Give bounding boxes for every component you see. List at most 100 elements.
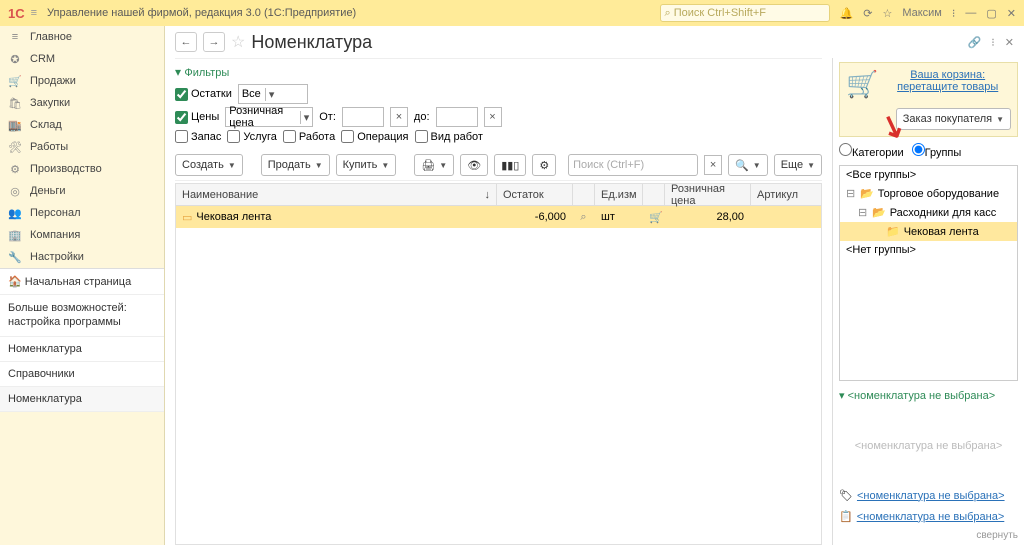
filter-ceny-label: Цены [191,111,219,123]
maximize-icon[interactable]: ▢ [986,7,996,20]
sidebar-home-page[interactable]: 🏠 Начальная страница [0,268,164,295]
favorite-star-icon[interactable]: ☆ [231,32,245,52]
collapse-panel-link[interactable]: свернуть [839,530,1018,541]
tree-no-group[interactable]: <Нет группы> [840,241,1017,259]
forward-button[interactable]: → [203,32,225,52]
filter-ostatki-combo[interactable]: Все▾ [238,84,308,104]
cell-price: 28,00 [665,211,751,223]
hamburger-icon[interactable]: ≡ [31,7,37,19]
col-art[interactable]: Артикул [751,184,821,205]
detail-panel-toggle[interactable]: ▾ <номенклатура не выбрана> [839,387,1018,404]
groups-tree: <Все группы> ⊟📂Торговое оборудование ⊟📂Р… [839,165,1018,381]
close-tab-icon[interactable]: ✕ [1005,36,1014,49]
tree-node-trade[interactable]: ⊟📂Торговое оборудование [840,184,1017,203]
search-button[interactable]: 🔍▼ [728,154,768,176]
sidebar-nomenclature-1[interactable]: Номенклатура [0,337,164,362]
buy-button[interactable]: Купить▼ [336,154,397,176]
label: Группы [925,147,962,159]
search-placeholder: Поиск (Ctrl+F) [573,159,644,171]
link-icon[interactable]: 🔗 [968,36,982,49]
lens-icon[interactable]: ⌕ [573,211,595,224]
collapse-icon[interactable]: ⊟ [846,187,856,200]
sidebar-item-settings[interactable]: 🔧Настройки [0,246,164,268]
chevron-down-icon: ▼ [753,161,761,170]
cart-dropzone[interactable]: 🛒 Ваша корзина: перетащите товары ↘ Зака… [839,62,1018,137]
item-icon: ▭ [182,211,192,224]
back-button[interactable]: ← [175,32,197,52]
sidebar-label: Компания [30,229,80,241]
radio-groups[interactable]: Группы [912,143,962,159]
sell-button[interactable]: Продать▼ [261,154,330,176]
col-ed[interactable]: Ед.изм [595,184,643,205]
sidebar-item-main[interactable]: ≡Главное [0,26,164,48]
clear-to-button[interactable]: × [484,107,502,127]
create-button[interactable]: Создать▼ [175,154,243,176]
minimize-icon[interactable]: — [965,7,976,19]
col-name[interactable]: Наименование↓ [176,184,497,205]
col-ostatok[interactable]: Остаток [497,184,573,205]
star-icon[interactable]: ☆ [882,7,892,20]
filter-zapas-check[interactable]: Запас [175,130,221,143]
sidebar-nomenclature-2[interactable]: Номенклатура [0,387,164,412]
filter-usluga-check[interactable]: Услуга [227,130,277,143]
filter-ceny-combo[interactable]: Розничная цена▾ [225,107,313,127]
global-search[interactable]: ⌕ Поиск Ctrl+Shift+F [660,4,830,22]
filter-from-input[interactable] [342,107,384,127]
label: Торговое оборудование [878,188,999,200]
tree-node-receipt-tape[interactable]: 📁Чековая лента [840,222,1017,241]
sidebar-item-works[interactable]: 🛠Работы [0,136,164,158]
close-icon[interactable]: ✕ [1007,7,1016,20]
filter-oper-check[interactable]: Операция [341,130,408,143]
barcode-icon: ▮▮▯ [501,159,519,172]
sidebar-item-production[interactable]: ⚙Производство [0,158,164,180]
radio-categories[interactable]: Категории [839,143,904,159]
col-price[interactable]: Розничная цена [665,184,751,205]
warehouse-icon: 🏬 [8,119,22,132]
chevron-down-icon: ▼ [439,161,447,170]
sidebar-item-warehouse[interactable]: 🏬Склад [0,114,164,136]
sidebar-item-personnel[interactable]: 👥Персонал [0,202,164,224]
chevron-down-icon: ▾ [265,88,275,101]
sidebar-item-crm[interactable]: ✪CRM [0,48,164,70]
label: Операция [357,131,408,143]
footer-link-2[interactable]: 📋<номенклатура не выбрана> [839,509,1018,524]
history-icon[interactable]: ⟳ [863,7,872,20]
overflow-icon[interactable]: ⁝ [952,7,956,20]
barcode-button[interactable]: ▮▮▯ [494,154,526,176]
collapse-icon[interactable]: ⊟ [858,206,868,219]
sidebar-item-sales[interactable]: 🛒Продажи [0,70,164,92]
label: <номенклатура не выбрана> [857,490,1005,502]
clear-from-button[interactable]: × [390,107,408,127]
bell-icon[interactable]: 🔔 [840,7,854,20]
folder-icon: 📂 [872,206,886,219]
filters-toggle[interactable]: ▾ Фильтры [175,63,822,81]
sidebar-label: CRM [30,53,55,65]
sidebar-item-purchases[interactable]: 🛍Закупки [0,92,164,114]
filter-to-input[interactable] [436,107,478,127]
table-row[interactable]: ▭Чековая лента -6,000 ⌕ шт 🛒 28,00 [176,206,821,228]
filter-ostatki-check[interactable]: Остатки [175,88,232,101]
filter-vidrabot-check[interactable]: Вид работ [415,130,483,143]
view-button[interactable]: 👁 [460,154,488,176]
sidebar-label: Продажи [30,75,76,87]
tree-all-groups[interactable]: <Все группы> [840,166,1017,184]
tree-mode-radios: Категории Группы [839,143,1018,159]
more-button[interactable]: Еще▼ [774,154,822,176]
kebab-icon[interactable]: ⁝ [991,36,995,49]
print-button[interactable]: 🖨▼ [414,154,454,176]
sidebar-item-company[interactable]: 🏢Компания [0,224,164,246]
tree-node-consumables[interactable]: ⊟📂Расходники для касс [840,203,1017,222]
sidebar-more-options[interactable]: Больше возможностей: настройка программы [0,295,164,337]
table-search[interactable]: Поиск (Ctrl+F) [568,154,698,176]
cart-add-icon[interactable]: 🛒 [643,211,665,224]
sidebar-references[interactable]: Справочники [0,362,164,387]
user-name[interactable]: Максим [902,7,942,19]
sidebar-item-money[interactable]: ◎Деньги [0,180,164,202]
clear-search-button[interactable]: × [704,155,722,175]
customer-order-button[interactable]: Заказ покупателя▼ [896,108,1011,130]
settings-button[interactable]: ⚙ [532,154,556,176]
filter-rabota-check[interactable]: Работа [283,130,335,143]
footer-link-1[interactable]: 🏷<номенклатура не выбрана> [839,488,1018,503]
filter-ceny-check[interactable]: Цены [175,111,219,124]
label: Чековая лента [904,226,979,238]
